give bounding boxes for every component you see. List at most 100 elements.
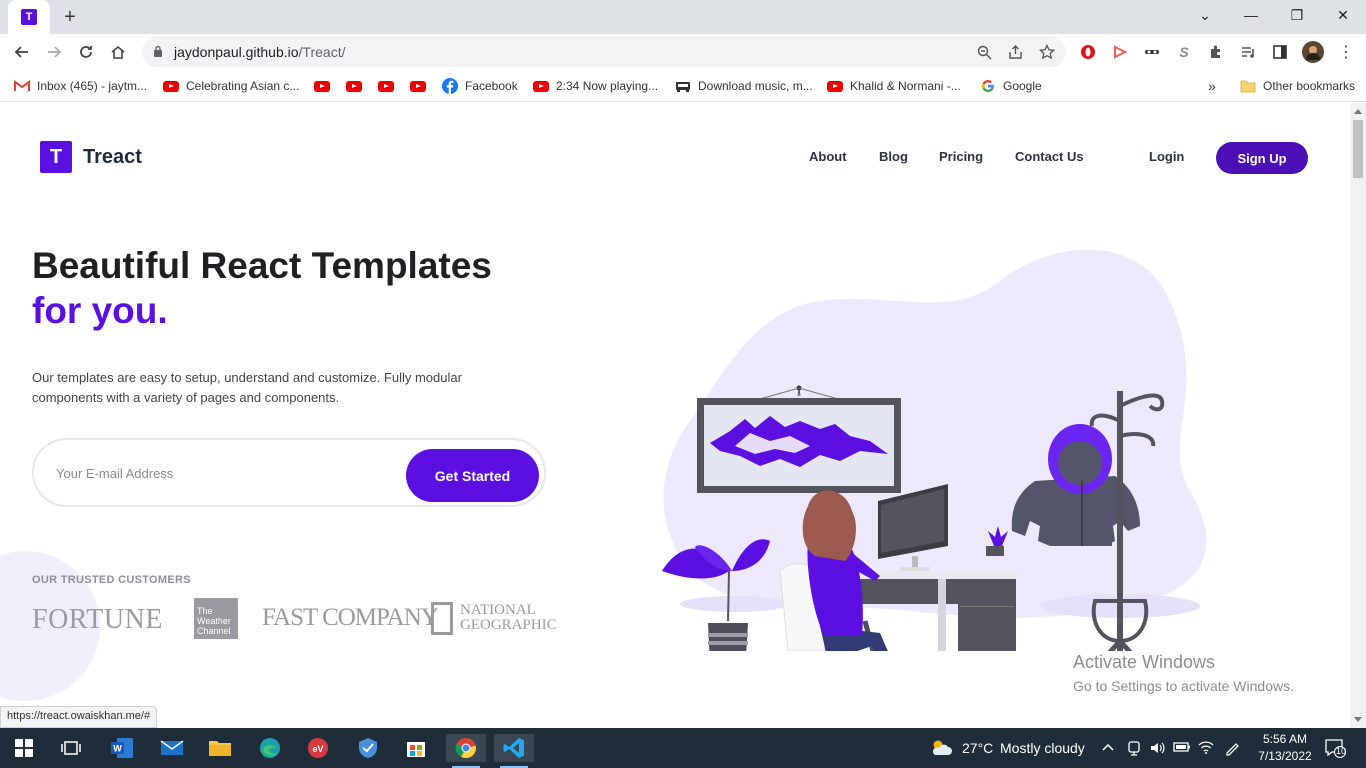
folder-icon: [1240, 78, 1256, 94]
battery-icon[interactable]: [1173, 740, 1191, 757]
gmail-icon: [14, 78, 30, 94]
natgeo-frame-icon: [431, 602, 453, 635]
nav-contact-us[interactable]: Contact Us: [1015, 149, 1084, 164]
hero-description: Our templates are easy to setup, underst…: [32, 370, 462, 405]
scroll-up-arrow-icon[interactable]: [1354, 109, 1362, 114]
bookmark-youtube-1[interactable]: [314, 78, 330, 94]
bookmark-now-playing[interactable]: 2:34 Now playing...: [533, 76, 658, 96]
nav-blog[interactable]: Blog: [879, 149, 908, 164]
weather-temperature[interactable]: 27°C: [962, 740, 993, 756]
notification-count: 10: [1336, 746, 1347, 756]
meet-now-icon[interactable]: [1126, 740, 1142, 759]
taskbar-file-explorer[interactable]: [200, 734, 240, 762]
bookmark-download-music[interactable]: Download music, m...: [675, 76, 813, 96]
browser-toolbar: jaydonpaul.github.io/Treact/ S ⋮: [0, 34, 1366, 70]
lock-icon: [154, 45, 162, 57]
folder-icon: [209, 741, 231, 756]
volume-icon[interactable]: [1149, 740, 1165, 759]
other-bookmarks-folder[interactable]: Other bookmarks: [1240, 76, 1355, 96]
pen-ink-icon[interactable]: [1224, 740, 1240, 759]
hero-illustration: [662, 249, 1207, 651]
page-scrollbar[interactable]: [1350, 103, 1366, 728]
browser-tab[interactable]: T: [8, 0, 50, 34]
bookmark-google[interactable]: Google: [980, 76, 1042, 96]
taskbar-chrome[interactable]: [446, 734, 486, 768]
chrome-menu-icon[interactable]: ⋮: [1336, 42, 1356, 62]
extensions-puzzle-icon[interactable]: [1206, 42, 1226, 62]
youtube-icon: [378, 80, 394, 92]
nav-login[interactable]: Login: [1149, 149, 1184, 164]
address-bar[interactable]: jaydonpaul.github.io/Treact/: [142, 37, 1066, 67]
fortune-logo: FORTUNE: [32, 604, 163, 635]
link-status-tooltip: https://treact.owaiskhan.me/#: [0, 706, 158, 728]
scroll-down-arrow-icon[interactable]: [1354, 717, 1362, 722]
taskbar-store[interactable]: [396, 734, 436, 762]
media-control-icon[interactable]: [1238, 42, 1258, 62]
bookmark-celebrating-asian[interactable]: Celebrating Asian c...: [163, 76, 299, 96]
side-panel-icon[interactable]: [1270, 42, 1290, 62]
tray-overflow-icon[interactable]: [1101, 740, 1115, 755]
taskbar-word[interactable]: W: [102, 734, 142, 762]
taskbar-expressvpn[interactable]: eV: [298, 734, 338, 762]
back-arrow-icon: [14, 46, 28, 58]
site-logo[interactable]: T Treact: [40, 141, 142, 173]
youtube-icon: [163, 78, 179, 94]
start-button[interactable]: [4, 734, 44, 762]
taskbar-mail[interactable]: [152, 734, 192, 762]
logo-text: Treact: [83, 145, 142, 168]
windows-logo-icon: [15, 739, 33, 757]
taskbar-vscode[interactable]: [494, 734, 534, 768]
s-extension-icon[interactable]: S: [1174, 42, 1194, 62]
more-bookmarks-button[interactable]: »: [1208, 76, 1216, 96]
mail-icon: [160, 740, 184, 755]
incognito-extension-icon[interactable]: [1142, 42, 1162, 62]
restore-button[interactable]: ❐: [1274, 0, 1320, 30]
profile-avatar[interactable]: [1302, 41, 1324, 63]
minimize-button[interactable]: —: [1228, 0, 1274, 30]
new-tab-button[interactable]: +: [58, 5, 82, 29]
back-button[interactable]: [8, 38, 36, 66]
wifi-icon[interactable]: [1198, 740, 1214, 757]
zoom-icon[interactable]: [974, 42, 994, 62]
nav-about[interactable]: About: [809, 149, 847, 164]
video-extension-icon[interactable]: [1110, 42, 1130, 62]
bookmark-star-icon[interactable]: [1037, 42, 1057, 62]
browser-tab-strip: T + ⌄ — ❐ ✕: [0, 0, 1366, 34]
weather-description[interactable]: Mostly cloudy: [1000, 740, 1085, 756]
bookmark-youtube-4[interactable]: [410, 78, 426, 94]
reload-button[interactable]: [72, 38, 100, 66]
taskbar-security-app[interactable]: [348, 734, 388, 762]
close-window-button[interactable]: ✕: [1320, 0, 1366, 30]
signup-button[interactable]: Sign Up: [1216, 142, 1308, 174]
forward-button[interactable]: [40, 38, 68, 66]
bookmark-youtube-2[interactable]: [346, 78, 362, 94]
tab-search-button[interactable]: ⌄: [1182, 0, 1228, 30]
music-icon: [675, 78, 691, 94]
task-view-icon: [61, 741, 81, 755]
bookmark-facebook[interactable]: Facebook: [442, 76, 518, 96]
weather-cloud-icon[interactable]: [928, 734, 954, 762]
get-started-button[interactable]: Get Started: [406, 449, 539, 502]
fast-company-logo: FAST COMPANY: [262, 604, 439, 631]
google-icon: [980, 78, 996, 94]
scroll-thumb[interactable]: [1353, 120, 1363, 178]
task-view-button[interactable]: [51, 734, 91, 762]
bookmark-gmail[interactable]: Inbox (465) - jaytm...: [14, 76, 147, 96]
shield-icon: [359, 738, 377, 758]
bookmark-khalid-normani[interactable]: Khalid & Normani -...: [827, 76, 961, 96]
weather-channel-logo: The Weather Channel: [194, 598, 238, 639]
action-center-button[interactable]: 10: [1324, 738, 1346, 761]
opera-extension-icon[interactable]: [1078, 42, 1098, 62]
email-input[interactable]: [56, 462, 396, 484]
email-signup-form: Get Started: [32, 438, 546, 507]
reload-icon: [80, 46, 92, 58]
share-icon[interactable]: [1005, 42, 1025, 62]
plant-shadow: [680, 596, 790, 612]
home-button[interactable]: [104, 38, 132, 66]
taskbar-edge[interactable]: [250, 734, 290, 762]
bookmark-youtube-3[interactable]: [378, 78, 394, 94]
nav-pricing[interactable]: Pricing: [939, 149, 983, 164]
chrome-icon: [455, 738, 477, 759]
system-clock[interactable]: 5:56 AM 7/13/2022: [1250, 731, 1320, 765]
expressvpn-icon: eV: [308, 738, 328, 758]
